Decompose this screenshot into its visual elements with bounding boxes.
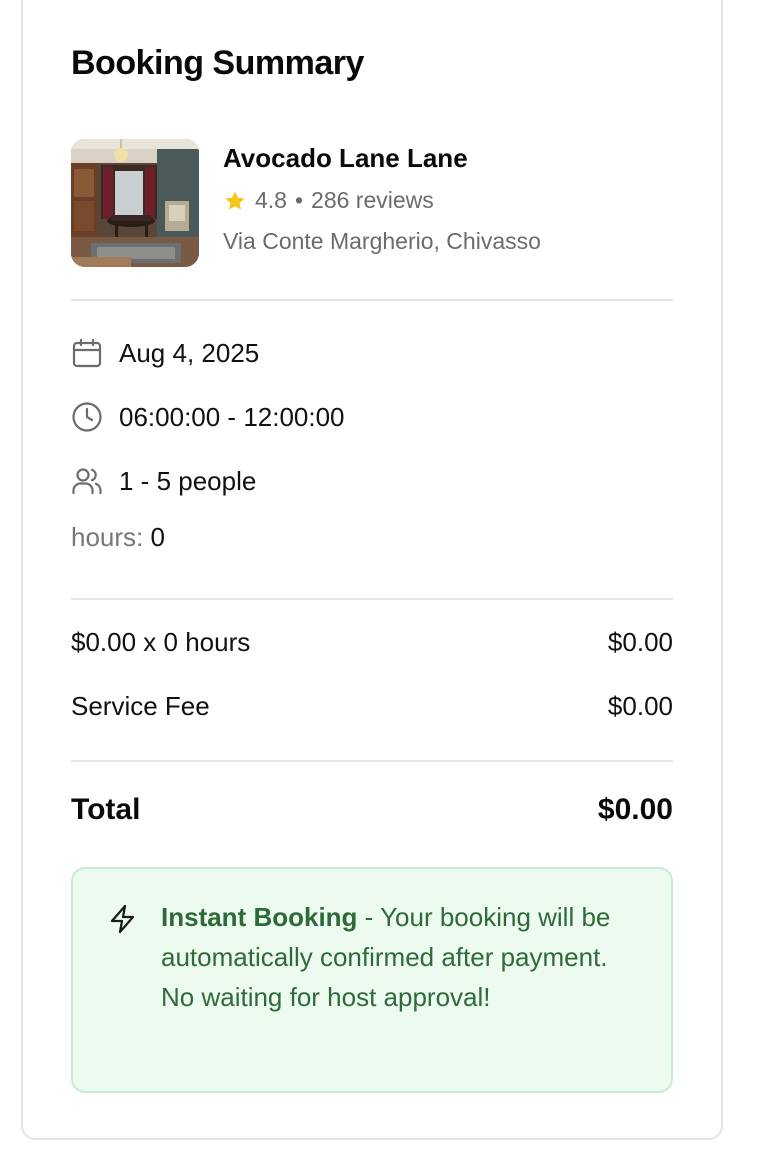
users-icon (71, 465, 103, 497)
booking-time-row: 06:00:00 - 12:00:00 (71, 401, 345, 433)
total-value: $0.00 (597, 793, 673, 826)
divider (71, 299, 673, 301)
rate-label: $0.00 x 0 hours (71, 627, 251, 657)
booking-people-row: 1 - 5 people (71, 465, 256, 497)
service-fee-row: Service Fee $0.00 (71, 691, 673, 722)
rate-row: $0.00 x 0 hours $0.00 (71, 627, 673, 658)
instant-booking-title: Instant Booking (161, 902, 358, 932)
rating-separator: • (294, 187, 304, 213)
rating-value: 4.8 (255, 187, 287, 213)
divider (71, 598, 673, 600)
calendar-icon (71, 337, 103, 369)
listing-address: Via Conte Margherio, Chivasso (223, 228, 541, 254)
service-fee-value: $0.00 (607, 691, 673, 721)
review-count: 286 reviews (311, 187, 434, 213)
room-photo (71, 139, 199, 267)
instant-booking-text: Instant Booking - Your booking will be a… (161, 897, 641, 1017)
divider (71, 760, 673, 762)
hours-label: hours: (71, 522, 144, 552)
booking-summary-card: Booking Summary Avocado Lane Lane 4.8 • … (21, 0, 723, 1140)
booking-hours-row: hours: 0 (71, 522, 165, 553)
booking-time: 06:00:00 - 12:00:00 (119, 401, 345, 432)
service-fee-label: Service Fee (71, 691, 210, 721)
instant-booking-notice: Instant Booking - Your booking will be a… (71, 867, 673, 1093)
clock-icon (71, 401, 103, 433)
listing-thumbnail (71, 139, 199, 267)
listing-info: Avocado Lane Lane 4.8 • 286 reviews Via … (223, 139, 541, 255)
booking-summary-title: Booking Summary (71, 44, 364, 82)
booking-date-row: Aug 4, 2025 (71, 337, 259, 369)
booking-people: 1 - 5 people (119, 465, 257, 496)
star-icon (225, 191, 245, 210)
booking-date: Aug 4, 2025 (119, 337, 260, 368)
hours-value: 0 (150, 522, 165, 552)
listing-summary: Avocado Lane Lane 4.8 • 286 reviews Via … (71, 139, 673, 267)
listing-rating-row: 4.8 • 286 reviews (223, 187, 541, 214)
rate-value: $0.00 (607, 627, 673, 657)
total-label: Total (71, 793, 141, 826)
listing-name: Avocado Lane Lane (223, 143, 468, 173)
lightning-icon (107, 903, 139, 935)
total-row: Total $0.00 (71, 793, 673, 827)
